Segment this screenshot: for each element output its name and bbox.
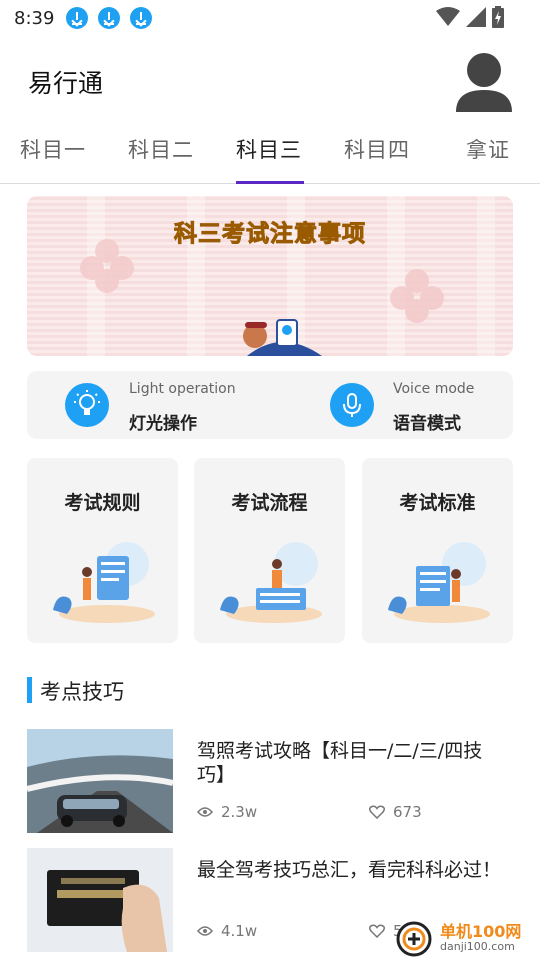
tab-subject-2[interactable]: 科目二 xyxy=(128,134,194,164)
status-time: 8:39 xyxy=(14,7,55,29)
card-exam-rules[interactable]: 考试规则 xyxy=(27,458,178,643)
clipboard-illustration xyxy=(53,542,155,623)
document-illustration xyxy=(388,542,490,623)
banner-title: 科三考试注意事项 xyxy=(174,221,366,248)
article-thumbnail xyxy=(27,729,173,833)
lightbulb-icon xyxy=(65,383,109,427)
wifi-icon xyxy=(436,7,460,26)
watermark: 单机100网 danji100.com xyxy=(392,918,540,960)
status-right-icons xyxy=(436,6,504,28)
article-thumbnail xyxy=(27,848,173,952)
light-operation-subtitle: Light operation xyxy=(129,381,236,397)
likes-count: 673 xyxy=(393,803,422,821)
light-operation-label: 灯光操作 xyxy=(129,414,197,434)
article-views: 4.1w xyxy=(197,922,257,940)
card-exam-standards[interactable]: 考试标准 xyxy=(362,458,513,643)
flower-decoration-icon xyxy=(390,269,444,323)
tab-subject-3[interactable]: 科目三 xyxy=(236,134,302,164)
section-title: 考点技巧 xyxy=(40,680,124,704)
subject-tabs: 科目一 科目二 科目三 科目四 拿证 xyxy=(0,120,540,184)
article-likes[interactable]: 673 xyxy=(369,803,422,821)
watermark-name: 单机100网 xyxy=(440,922,522,941)
status-bar: 8:39 xyxy=(0,0,540,36)
avatar[interactable] xyxy=(456,50,512,112)
app-title: 易行通 xyxy=(28,69,104,98)
article-views: 2.3w xyxy=(197,803,257,821)
voice-mode-subtitle: Voice mode xyxy=(393,381,475,397)
download-icon xyxy=(130,7,153,29)
mode-card: Light operation 灯光操作 Voice mode 语音模式 xyxy=(27,371,513,439)
views-count: 4.1w xyxy=(221,922,258,940)
process-illustration xyxy=(220,542,322,623)
voice-mode-item[interactable]: Voice mode 语音模式 xyxy=(270,371,513,439)
watermark-logo-icon xyxy=(396,921,432,957)
tab-indicator xyxy=(236,181,304,184)
banner[interactable]: 科三考试注意事项 xyxy=(27,196,513,356)
article-title: 驾照考试攻略【科目一/二/三/四技巧】 xyxy=(197,740,483,786)
download-icon xyxy=(98,7,121,29)
person-icon xyxy=(456,53,512,112)
tab-subject-1[interactable]: 科目一 xyxy=(20,134,86,164)
tab-subject-4[interactable]: 科目四 xyxy=(344,134,410,164)
section-accent-bar xyxy=(27,677,32,703)
microphone-icon xyxy=(330,383,374,427)
tab-license[interactable]: 拿证 xyxy=(466,134,510,164)
card-exam-process[interactable]: 考试流程 xyxy=(194,458,345,643)
battery-icon xyxy=(492,6,504,28)
heart-icon xyxy=(369,805,385,819)
article-item[interactable]: 驾照考试攻略【科目一/二/三/四技巧】 2.3w 673 xyxy=(27,729,513,833)
watermark-url: danji100.com xyxy=(440,940,515,953)
download-icon xyxy=(66,7,89,29)
card-title: 考试规则 xyxy=(64,492,141,514)
eye-icon xyxy=(197,926,213,936)
light-operation-item[interactable]: Light operation 灯光操作 xyxy=(27,371,270,439)
eye-icon xyxy=(197,807,213,817)
article-title: 最全驾考技巧总汇，看完科科必过！ xyxy=(197,859,502,881)
heart-icon xyxy=(369,924,385,938)
voice-mode-label: 语音模式 xyxy=(393,414,461,434)
views-count: 2.3w xyxy=(221,803,258,821)
mascot-illustration xyxy=(243,319,322,356)
card-title: 考试流程 xyxy=(231,492,308,514)
card-title: 考试标准 xyxy=(399,492,476,514)
signal-icon xyxy=(466,7,486,27)
